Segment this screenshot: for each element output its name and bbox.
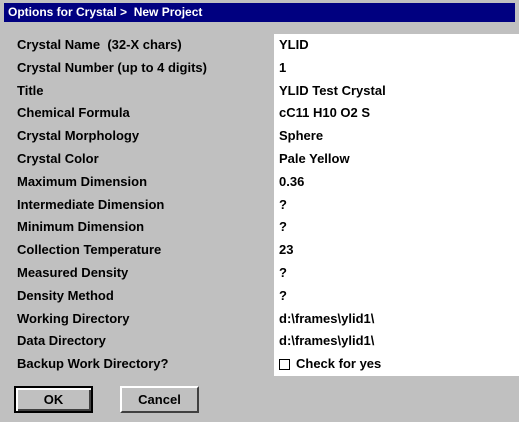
density-method-label: Density Method	[17, 287, 114, 303]
intermediate-dimension-label: Intermediate Dimension	[17, 196, 165, 212]
field-row-collection-temperature: Collection Temperature 23	[0, 239, 519, 262]
field-row-maximum-dimension: Maximum Dimension 0.36	[0, 170, 519, 194]
minimum-dimension-label: Minimum Dimension	[17, 219, 145, 235]
title-input[interactable]: YLID Test Crystal	[274, 79, 519, 103]
working-directory-input[interactable]: d:\frames\ylid1\	[274, 307, 519, 331]
crystal-color-input[interactable]: Pale Yellow	[274, 147, 519, 171]
field-row-crystal-color: Crystal Color Pale Yellow	[0, 147, 519, 171]
field-row-crystal-number: Crystal Number (up to 4 digits) 1	[0, 56, 519, 80]
field-row-data-directory: Data Directory d:\frames\ylid1\	[0, 330, 519, 354]
measured-density-label: Measured Density	[17, 264, 129, 280]
chemical-formula-input[interactable]: cC11 H10 O2 S	[274, 102, 519, 126]
crystal-name-input[interactable]: YLID	[274, 34, 519, 57]
fields-list: Crystal Name (32-X chars) YLID Crystal N…	[0, 34, 519, 376]
crystal-color-label: Crystal Color	[17, 150, 99, 166]
field-row-working-directory: Working Directory d:\frames\ylid1\	[0, 307, 519, 331]
dialog-title: Options for Crystal > New Project	[4, 3, 515, 22]
field-row-measured-density: Measured Density ?	[0, 261, 519, 285]
collection-temperature-input[interactable]: 23	[274, 239, 519, 262]
crystal-number-input[interactable]: 1	[274, 56, 519, 80]
collection-temperature-label: Collection Temperature	[17, 242, 162, 258]
intermediate-dimension-input[interactable]: ?	[274, 193, 519, 217]
backup-checkbox-area[interactable]: Check for yes	[274, 353, 519, 376]
crystal-morphology-label: Crystal Morphology	[17, 128, 140, 144]
minimum-dimension-input[interactable]: ?	[274, 216, 519, 240]
field-row-crystal-name: Crystal Name (32-X chars) YLID	[0, 34, 519, 57]
field-row-title: Title YLID Test Crystal	[0, 79, 519, 103]
maximum-dimension-label: Maximum Dimension	[17, 173, 148, 189]
density-method-input[interactable]: ?	[274, 284, 519, 308]
working-directory-label: Working Directory	[17, 310, 130, 326]
backup-checkbox[interactable]	[279, 359, 290, 371]
crystal-morphology-input[interactable]: Sphere	[274, 125, 519, 148]
field-row-crystal-morphology: Crystal Morphology Sphere	[0, 125, 519, 148]
ok-button[interactable]: OK	[14, 386, 93, 413]
field-row-intermediate-dimension: Intermediate Dimension ?	[0, 193, 519, 217]
crystal-name-label: Crystal Name (32-X chars)	[17, 37, 182, 52]
maximum-dimension-input[interactable]: 0.36	[274, 170, 519, 194]
field-row-chemical-formula: Chemical Formula cC11 H10 O2 S	[0, 102, 519, 126]
options-dialog: Options for Crystal > New Project Crysta…	[0, 0, 519, 422]
measured-density-input[interactable]: ?	[274, 261, 519, 285]
chemical-formula-label: Chemical Formula	[17, 105, 130, 121]
field-row-density-method: Density Method ?	[0, 284, 519, 308]
cancel-button[interactable]: Cancel	[120, 386, 199, 413]
crystal-number-label: Crystal Number (up to 4 digits)	[17, 59, 207, 75]
backup-directory-label: Backup Work Directory?	[17, 356, 169, 372]
data-directory-input[interactable]: d:\frames\ylid1\	[274, 330, 519, 354]
data-directory-label: Data Directory	[17, 333, 106, 349]
backup-checkbox-label: Check for yes	[296, 356, 382, 372]
field-row-backup-directory: Backup Work Directory? Check for yes	[0, 353, 519, 376]
field-row-minimum-dimension: Minimum Dimension ?	[0, 216, 519, 240]
title-label: Title	[17, 82, 44, 98]
